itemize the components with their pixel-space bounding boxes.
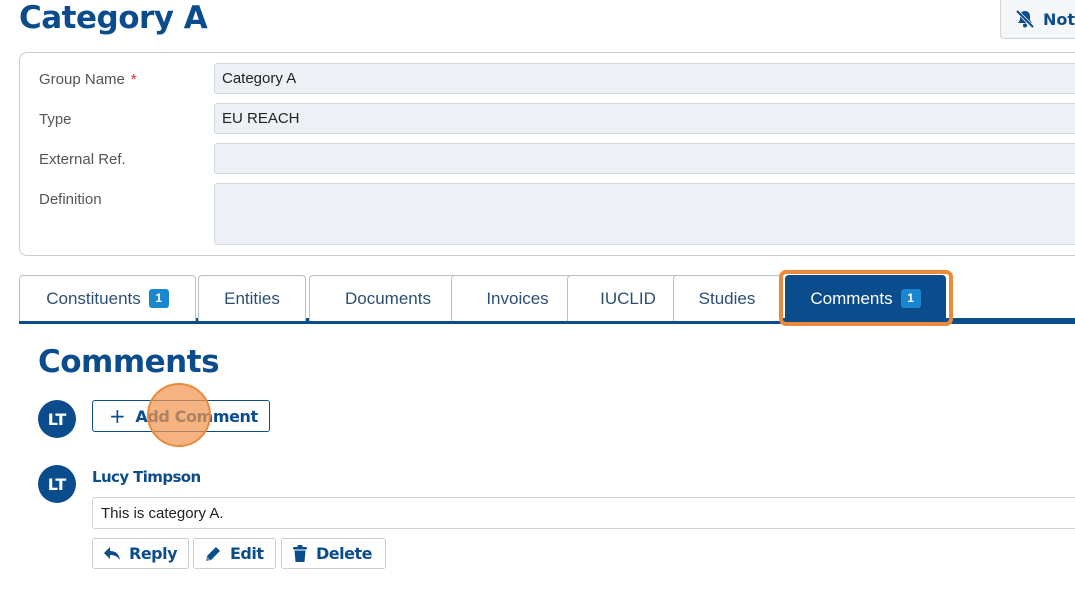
comment-text: This is category A. — [92, 497, 1075, 529]
field-label-external-ref: External Ref. — [39, 151, 126, 168]
required-marker: * — [130, 71, 137, 88]
comments-heading: Comments — [38, 344, 220, 380]
tab-label: IUCLID — [600, 288, 656, 308]
type-input[interactable]: EU REACH — [214, 103, 1075, 134]
group-name-input[interactable]: Category A — [214, 63, 1075, 94]
delete-button[interactable]: Delete — [281, 538, 386, 569]
pencil-icon — [206, 546, 220, 561]
notify-button[interactable]: Not — [1000, 0, 1075, 39]
tab-invoices[interactable]: Invoices — [451, 275, 584, 321]
field-label-group-name: Group Name — [39, 71, 125, 88]
tab-bar: Constituents 1 Entities Documents Invoic… — [19, 274, 1075, 324]
tab-label: Invoices — [486, 288, 549, 308]
avatar: LT — [38, 465, 76, 503]
avatar: LT — [38, 400, 76, 438]
comment-author: Lucy Timpson — [92, 468, 201, 486]
tab-entities[interactable]: Entities — [198, 275, 306, 321]
tab-label: Constituents — [46, 288, 141, 308]
page-title: Category A — [19, 0, 208, 36]
tab-label: Documents — [345, 288, 431, 308]
tab-label: Entities — [224, 288, 280, 308]
details-card: Group Name * Category A Type EU REACH Ext… — [19, 52, 1075, 256]
reply-label: Reply — [129, 544, 178, 563]
edit-label: Edit — [230, 544, 264, 563]
external-ref-input[interactable] — [214, 143, 1075, 174]
tab-studies[interactable]: Studies — [673, 275, 781, 321]
tab-label: Comments — [810, 288, 893, 308]
tab-documents[interactable]: Documents — [309, 275, 467, 321]
reply-button[interactable]: Reply — [92, 538, 189, 569]
delete-label: Delete — [316, 544, 372, 563]
definition-input[interactable] — [214, 183, 1075, 245]
field-label-definition: Definition — [39, 191, 102, 208]
edit-button[interactable]: Edit — [193, 538, 276, 569]
plus-icon: + — [109, 404, 126, 428]
bell-off-icon — [1015, 9, 1035, 29]
field-label-type: Type — [39, 111, 72, 128]
tab-iuclid[interactable]: IUCLID — [567, 275, 689, 321]
tab-constituents[interactable]: Constituents 1 — [19, 275, 196, 321]
add-comment-button[interactable]: + Add Comment — [92, 400, 270, 432]
notify-label: Not — [1043, 9, 1075, 29]
reply-icon — [104, 546, 120, 560]
tab-comments[interactable]: Comments 1 — [785, 275, 946, 321]
add-comment-label: Add Comment — [135, 406, 258, 426]
trash-icon — [293, 544, 307, 562]
tab-label: Studies — [698, 288, 756, 308]
tab-badge: 1 — [900, 289, 921, 308]
tab-badge: 1 — [148, 289, 169, 308]
